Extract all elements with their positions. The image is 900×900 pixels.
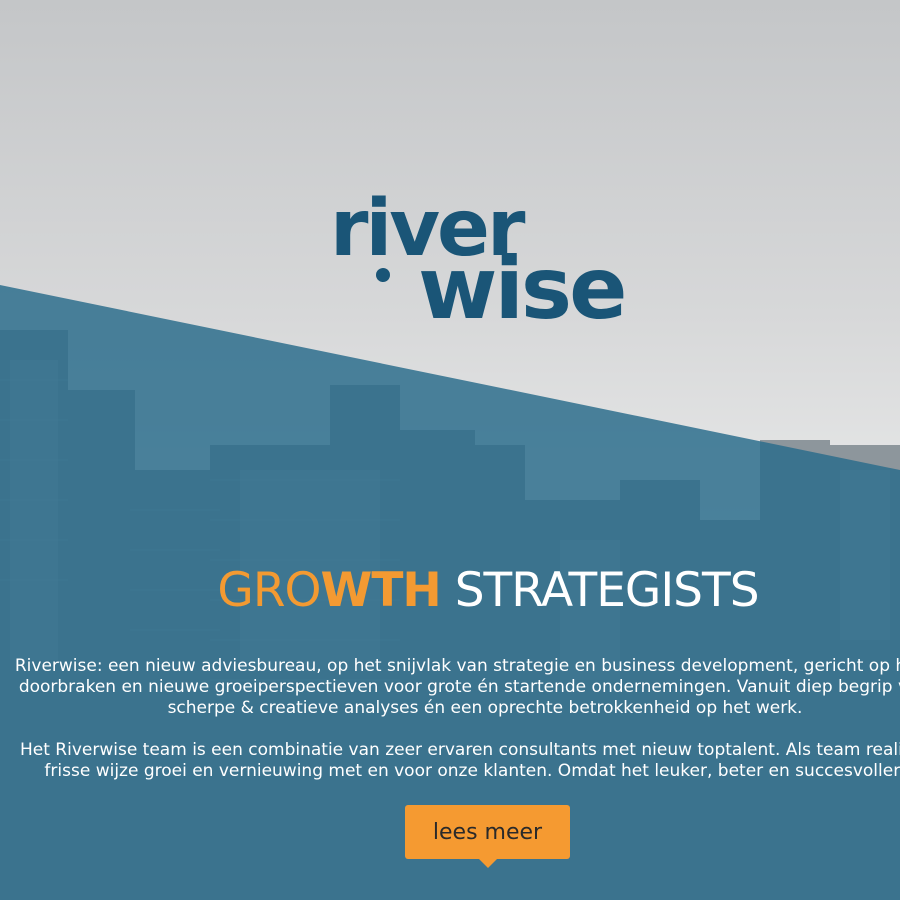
button-pointer-icon [478, 858, 498, 868]
lees-meer-button[interactable]: lees meer [405, 805, 570, 859]
team-line: frisse wijze groei en vernieuwing met en… [44, 761, 900, 781]
hero-section: river wise GROWTH STRATEGISTS Riverwise:… [0, 0, 900, 900]
team-line: Het Riverwise team is een combinatie van… [19, 740, 900, 760]
intro-line: doorbraken en nieuwe groeiperspectieven … [18, 677, 900, 697]
logo-dot-icon [376, 268, 390, 282]
team-paragraph: Het Riverwise team is een combinatie van… [0, 740, 900, 782]
headline-part-strategists: STRATEGISTS [440, 563, 760, 618]
logo-text-wise: wise [418, 239, 627, 339]
headline-part-wth: WTH [320, 563, 442, 618]
riverwise-logo[interactable]: river wise [330, 190, 650, 339]
intro-line: Riverwise: een nieuw adviesbureau, op he… [14, 656, 900, 676]
intro-line: scherpe & creatieve analyses én een opre… [167, 698, 803, 718]
intro-paragraph: Riverwise: een nieuw adviesbureau, op he… [0, 656, 900, 719]
hero-headline: GROWTH STRATEGISTS [0, 562, 900, 620]
headline-part-gro: GRO [217, 563, 321, 618]
